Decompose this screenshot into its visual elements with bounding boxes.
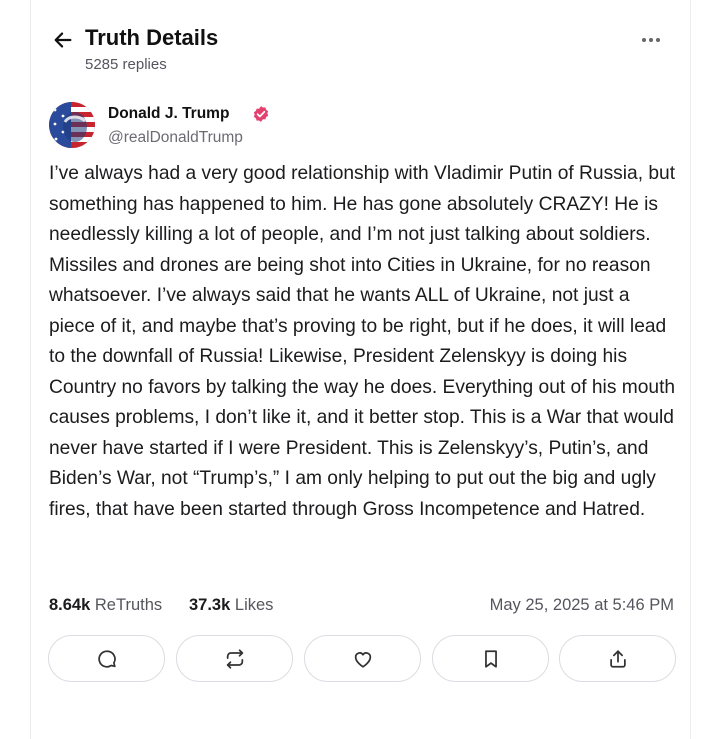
retruth-icon (226, 648, 243, 669)
post-detail-panel: Truth Details 5285 replies Donald J. Tru… (30, 0, 691, 739)
share-button[interactable] (559, 635, 676, 682)
likes-label: Likes (234, 596, 274, 614)
reply-button[interactable] (48, 635, 165, 682)
likes-stat[interactable]: 37.3k Likes (189, 596, 273, 615)
retruths-stat[interactable]: 8.64k ReTruths (49, 596, 162, 615)
retruths-label: ReTruths (94, 596, 163, 614)
like-button[interactable] (304, 635, 421, 682)
post-stats: 8.64k ReTruths 37.3k Likes May 25, 2025 … (49, 596, 674, 618)
likes-count: 37.3k (189, 596, 231, 614)
more-options-button[interactable] (636, 30, 666, 50)
more-dot (642, 38, 646, 42)
avatar-image (49, 102, 95, 148)
reply-count: 5285 replies (85, 56, 167, 73)
like-icon (354, 651, 371, 668)
author-name[interactable]: Donald J. Trump (108, 105, 229, 123)
page-title: Truth Details (85, 25, 219, 50)
retruth-button[interactable] (176, 635, 293, 682)
verified-badge-icon (253, 106, 269, 122)
retruths-count: 8.64k (49, 596, 91, 614)
author-handle[interactable]: @realDonaldTrump (108, 129, 243, 147)
post-text: I’ve always had a very good relationship… (49, 163, 676, 520)
post-author: Donald J. Trump @realDonaldTrump (49, 102, 669, 150)
back-button[interactable] (49, 26, 77, 54)
post-timestamp: May 25, 2025 at 5:46 PM (489, 596, 674, 614)
share-icon (609, 649, 626, 668)
avatar[interactable] (49, 102, 95, 148)
reply-icon (97, 649, 116, 668)
action-bar (48, 635, 676, 683)
more-dot (649, 38, 653, 42)
page-header: Truth Details 5285 replies (31, 20, 692, 80)
more-dot (656, 38, 660, 42)
bookmark-icon (484, 649, 497, 668)
arrow-left-icon (54, 32, 72, 48)
bookmark-button[interactable] (432, 635, 549, 682)
